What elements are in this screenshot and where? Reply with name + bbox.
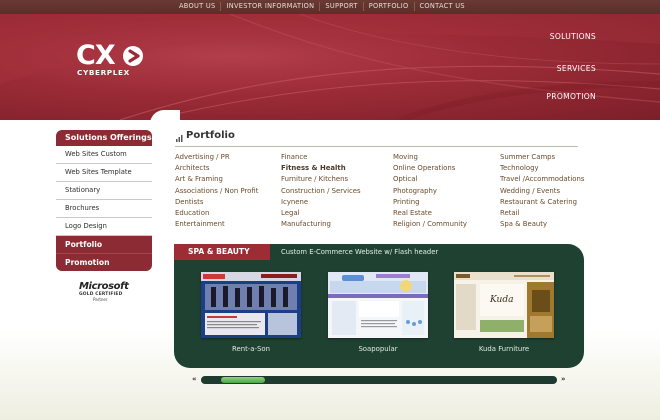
category-link-wedding-events[interactable]: Wedding / Events xyxy=(500,186,584,197)
category-column-3: Moving Online Operations Optical Photograph… xyxy=(393,152,467,230)
category-link-education[interactable]: Education xyxy=(175,208,258,219)
portfolio-divider xyxy=(175,146,578,147)
category-link-art-framing[interactable]: Art & Framing xyxy=(175,174,258,185)
category-link-manufacturing[interactable]: Manufacturing xyxy=(281,219,361,230)
category-link-restaurant-catering[interactable]: Restaurant & Catering xyxy=(500,197,584,208)
top-nav-link-contact-us[interactable]: CONTACT US xyxy=(413,2,470,11)
thumbnail-kuda-furniture[interactable]: Kuda xyxy=(454,272,554,338)
logo-mark: CX xyxy=(76,40,116,71)
category-link-legal[interactable]: Legal xyxy=(281,208,361,219)
bar-chart-icon xyxy=(176,135,183,142)
scroll-right-arrow[interactable]: » xyxy=(561,375,566,383)
thumbnail-soapopular[interactable] xyxy=(328,272,428,338)
category-column-4: Summer Camps Technology Travel /Accommodat… xyxy=(500,152,584,230)
category-link-icynene[interactable]: Icynene xyxy=(281,197,361,208)
category-link-advertising-pr[interactable]: Advertising / PR xyxy=(175,152,258,163)
category-link-technology[interactable]: Technology xyxy=(500,163,584,174)
showcase-description: Custom E-Commerce Website w/ Flash heade… xyxy=(281,248,439,256)
scroll-left-arrow[interactable]: « xyxy=(192,375,197,383)
header-nav-promotion[interactable]: PROMOTION xyxy=(546,92,596,101)
kuda-furniture-screenshot: Kuda xyxy=(454,272,554,338)
category-link-printing[interactable]: Printing xyxy=(393,197,467,208)
content-corner-tab xyxy=(150,110,180,130)
microsoft-gold-certified-badge: Microsoft GOLD CERTIFIED Partner xyxy=(79,281,129,302)
sidebar-item-logo-design[interactable]: Logo Design xyxy=(56,218,152,236)
category-link-associations-non-profit[interactable]: Associations / Non Profit xyxy=(175,186,258,197)
cyberplex-logo[interactable]: CX CYBERPLEX xyxy=(76,42,156,92)
sidebar-item-web-sites-custom[interactable]: Web Sites Custom xyxy=(56,146,152,164)
top-nav-link-about-us[interactable]: ABOUT US xyxy=(174,2,220,11)
category-link-optical[interactable]: Optical xyxy=(393,174,467,185)
category-link-fitness-health[interactable]: Fitness & Health xyxy=(281,163,361,174)
category-column-1: Advertising / PR Architects Art & Framing A… xyxy=(175,152,258,230)
top-navigation-bar: ABOUT US INVESTOR INFORMATION SUPPORT PORTF… xyxy=(0,0,660,14)
header-nav-services[interactable]: SERVICES xyxy=(557,64,596,73)
sidebar-item-web-sites-template[interactable]: Web Sites Template xyxy=(56,164,152,182)
category-link-summer-camps[interactable]: Summer Camps xyxy=(500,152,584,163)
category-link-entertainment[interactable]: Entertainment xyxy=(175,219,258,230)
header-nav-solutions[interactable]: SOLUTIONS xyxy=(550,32,596,41)
sidebar-heading: Solutions Offerings xyxy=(56,130,152,146)
category-link-real-estate[interactable]: Real Estate xyxy=(393,208,467,219)
showcase-category-tab: SPA & BEAUTY xyxy=(174,244,270,260)
carousel-scroll-thumb[interactable] xyxy=(221,377,266,383)
top-nav-link-portfolio[interactable]: PORTFOLIO xyxy=(362,2,414,11)
thumbnail-rent-a-son[interactable] xyxy=(201,272,301,338)
sidebar-item-portfolio[interactable]: Portfolio xyxy=(56,236,152,254)
microsoft-wordmark: Microsoft xyxy=(79,281,129,292)
thumbnail-label-soapopular: Soapopular xyxy=(358,345,398,353)
sidebar: Solutions Offerings Web Sites Custom Web… xyxy=(56,130,152,271)
top-nav-list: ABOUT US INVESTOR INFORMATION SUPPORT PORTF… xyxy=(174,2,470,11)
sidebar-item-promotion[interactable]: Promotion xyxy=(56,254,152,271)
svg-text:Kuda: Kuda xyxy=(489,295,513,305)
category-link-architects[interactable]: Architects xyxy=(175,163,258,174)
category-link-photography[interactable]: Photography xyxy=(393,186,467,197)
category-link-construction-services[interactable]: Construction / Services xyxy=(281,186,361,197)
portfolio-title: Portfolio xyxy=(186,130,235,141)
top-nav-link-investor-information[interactable]: INVESTOR INFORMATION xyxy=(220,2,319,11)
category-link-online-operations[interactable]: Online Operations xyxy=(393,163,467,174)
category-link-furniture-kitchens[interactable]: Furniture / Kitchens xyxy=(281,174,361,185)
logo-play-icon xyxy=(123,46,143,66)
category-column-2: Finance Fitness & Health Furniture / Kitch… xyxy=(281,152,361,230)
category-link-finance[interactable]: Finance xyxy=(281,152,361,163)
partner-text: Partner xyxy=(93,297,108,302)
category-link-travel-accommodations[interactable]: Travel /Accommodations xyxy=(500,174,584,185)
sidebar-item-brochures[interactable]: Brochures xyxy=(56,200,152,218)
header-banner: CX CYBERPLEX SOLUTIONS SERVICES PROMOTIO… xyxy=(0,14,660,120)
category-link-dentists[interactable]: Dentists xyxy=(175,197,258,208)
rent-a-son-screenshot xyxy=(201,272,301,338)
logo-wordmark: CYBERPLEX xyxy=(77,68,130,77)
category-link-religion-community[interactable]: Religion / Community xyxy=(393,219,467,230)
soapopular-screenshot xyxy=(328,272,428,338)
category-link-retail[interactable]: Retail xyxy=(500,208,584,219)
thumbnail-label-kuda-furniture: Kuda Furniture xyxy=(478,345,530,353)
category-link-spa-beauty[interactable]: Spa & Beauty xyxy=(500,219,584,230)
top-nav-link-support[interactable]: SUPPORT xyxy=(319,2,362,11)
category-link-moving[interactable]: Moving xyxy=(393,152,467,163)
sidebar-item-stationary[interactable]: Stationary xyxy=(56,182,152,200)
thumbnail-label-rent-a-son: Rent-a-Son xyxy=(232,345,270,353)
